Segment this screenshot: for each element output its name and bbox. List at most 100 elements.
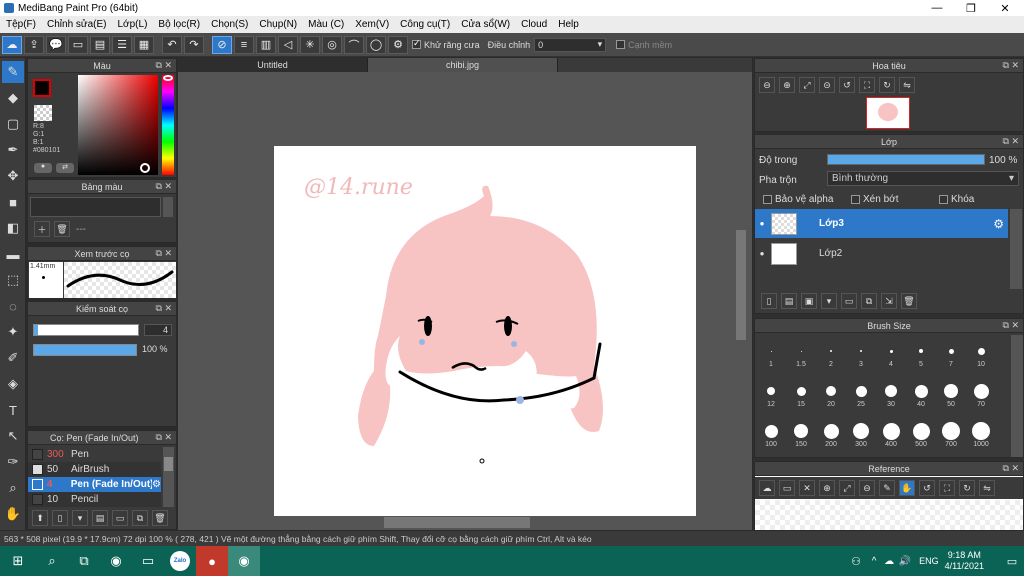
eye-icon[interactable]: ● — [755, 219, 769, 228]
close-icon[interactable]: ✕ — [799, 480, 815, 496]
panel-controls-icon[interactable]: ⧉ ✕ — [1003, 60, 1019, 71]
menu-snap[interactable]: Chụp(N) — [253, 19, 302, 30]
new-brush-icon[interactable]: ▯ — [52, 510, 68, 526]
brush-size-option[interactable]: 5 — [907, 341, 935, 377]
brush-size-option[interactable]: 300 — [847, 421, 875, 457]
primary-color-swatch[interactable] — [33, 79, 51, 97]
protect-alpha-checkbox[interactable] — [763, 195, 772, 204]
brush-size-option[interactable]: 50 — [937, 381, 965, 417]
lasso-tool-icon[interactable]: ◌ — [2, 295, 24, 317]
menu-select[interactable]: Chọn(S) — [205, 19, 253, 30]
new-layer-icon[interactable]: ▯ — [761, 293, 777, 309]
hue-slider-handle[interactable] — [163, 75, 173, 81]
flip-icon[interactable]: ⇋ — [899, 77, 915, 93]
brush-size-option[interactable]: 12 — [757, 381, 785, 417]
brush-size-option[interactable]: 30 — [877, 381, 905, 417]
eyedropper-icon[interactable]: ✎ — [879, 480, 895, 496]
fit-icon[interactable]: ⤢ — [799, 77, 815, 93]
brush-size-option[interactable]: 150 — [787, 421, 815, 457]
cloud-icon[interactable]: ☁ — [2, 35, 22, 54]
brush-size-option[interactable]: 100 — [757, 421, 785, 457]
zoom-out-icon[interactable]: ⊖ — [759, 77, 775, 93]
reset-view-icon[interactable]: ⛶ — [859, 77, 875, 93]
parallel-snap-icon[interactable]: ≡ — [234, 35, 254, 54]
gear-icon[interactable]: ⚙ — [388, 35, 408, 54]
zoom-minus-icon[interactable]: ⊝ — [819, 77, 835, 93]
panel-controls-icon[interactable]: ⧉ ✕ — [156, 432, 172, 443]
brush-list-scrollbar[interactable] — [163, 447, 174, 507]
brush-item-pen-fade[interactable]: 4 Pen (Fade In/Out) ⚙ — [28, 477, 161, 492]
menu-file[interactable]: Tệp(F) — [0, 19, 41, 30]
gradient-tool-icon[interactable]: ▬ — [2, 243, 24, 265]
open-folder-icon[interactable]: ▭ — [779, 480, 795, 496]
zoom-out-icon[interactable]: ⊖ — [859, 480, 875, 496]
blend-mode-select[interactable]: Bình thường ▾ — [827, 171, 1019, 186]
transparent-swatch[interactable] — [34, 105, 52, 121]
undo-icon[interactable]: ↶ — [162, 35, 182, 54]
new-halftone-layer-icon[interactable]: ▤ — [781, 293, 797, 309]
vanishing-snap-icon[interactable]: ◁ — [278, 35, 298, 54]
menu-view[interactable]: Xem(V) — [349, 19, 394, 30]
canvas-vertical-scrollbar[interactable] — [736, 230, 746, 340]
brush-size-option[interactable]: 40 — [907, 381, 935, 417]
brush-menu-icon[interactable]: ▾ — [72, 510, 88, 526]
brush-size-option[interactable]: 3 — [847, 341, 875, 377]
color-mode-button[interactable]: ● — [34, 163, 52, 173]
rotate-right-icon[interactable]: ↻ — [879, 77, 895, 93]
radial-snap-icon[interactable]: ✳ — [300, 35, 320, 54]
opera-browser-icon[interactable]: ● — [196, 546, 228, 576]
brush-size-option[interactable]: 700 — [937, 421, 965, 457]
select-eraser-tool-icon[interactable]: ◈ — [2, 373, 24, 395]
maximize-button[interactable]: ❐ — [954, 0, 988, 16]
drawing-canvas[interactable]: @14.rune — [274, 146, 696, 516]
clock[interactable]: 9:18 AM 4/11/2021 — [945, 550, 984, 572]
bucket-tool-icon[interactable]: ◧ — [2, 217, 24, 239]
curve-snap-icon[interactable]: ⌒ — [344, 35, 364, 54]
people-icon[interactable]: ⚇ — [845, 546, 867, 576]
menu-tools[interactable]: Công cụ(T) — [394, 19, 455, 30]
brush-size-option[interactable]: 1.5 — [787, 341, 815, 377]
hue-slider[interactable] — [162, 75, 174, 175]
clipping-toggle[interactable]: Xén bớt — [851, 194, 898, 205]
panel-controls-icon[interactable]: ⧉ ✕ — [156, 303, 172, 314]
menu-cloud[interactable]: Cloud — [515, 19, 552, 30]
ellipse-snap-icon[interactable]: ◯ — [366, 35, 386, 54]
trash-icon[interactable]: 🗑 — [54, 221, 70, 237]
protect-alpha-toggle[interactable]: Bảo vệ alpha — [763, 194, 833, 205]
redo-icon[interactable]: ↷ — [184, 35, 204, 54]
panel-controls-icon[interactable]: ⧉ ✕ — [1003, 463, 1019, 474]
add-palette-icon[interactable]: ＋ — [34, 221, 50, 237]
duplicate-layer-icon[interactable]: ⧉ — [861, 293, 877, 309]
new-raster-layer-icon[interactable]: ▣ — [801, 293, 817, 309]
folder-icon[interactable]: ▭ — [112, 510, 128, 526]
duplicate-icon[interactable]: ⧉ — [132, 510, 148, 526]
palette-scrollbar[interactable] — [163, 197, 173, 217]
language-indicator[interactable]: ENG — [919, 556, 939, 566]
menu-layer[interactable]: Lớp(L) — [112, 19, 153, 30]
saturation-value-picker[interactable] — [78, 75, 158, 175]
rotate-right-icon[interactable]: ↻ — [959, 480, 975, 496]
edge-browser-icon[interactable]: ◉ — [100, 546, 132, 576]
task-view-icon[interactable]: ⧉ — [68, 546, 100, 576]
list-icon[interactable]: ☰ — [112, 35, 132, 54]
gear-icon[interactable]: ⚙ — [993, 217, 1004, 231]
brush-size-option[interactable]: 200 — [817, 421, 845, 457]
folder-icon[interactable]: ▭ — [841, 293, 857, 309]
page-icon[interactable]: ▤ — [90, 35, 110, 54]
antialias-checkbox[interactable] — [412, 38, 421, 49]
brush-item-pen[interactable]: 300 Pen — [28, 447, 161, 462]
brush-copy-icon[interactable]: ▤ — [92, 510, 108, 526]
brush-size-option[interactable]: 1000 — [967, 421, 995, 457]
antialias-toggle[interactable]: Khử răng cưa — [412, 38, 480, 50]
notification-icon[interactable]: ▭ — [1000, 546, 1024, 576]
canvas-horizontal-scrollbar[interactable] — [384, 517, 530, 528]
flip-icon[interactable]: ⇋ — [979, 480, 995, 496]
brush-size-option[interactable]: 20 — [817, 381, 845, 417]
trash-icon[interactable]: 🗑 — [901, 293, 917, 309]
eyedropper-tool-icon[interactable]: ⌕ — [2, 477, 24, 499]
brush-size-option[interactable]: 70 — [967, 381, 995, 417]
brush-item-airbrush[interactable]: 50 AirBrush — [28, 462, 161, 477]
brush-tool-icon[interactable]: ✎ — [2, 61, 24, 83]
color-picker-handle[interactable] — [140, 163, 150, 173]
menu-color[interactable]: Màu (C) — [302, 19, 349, 30]
